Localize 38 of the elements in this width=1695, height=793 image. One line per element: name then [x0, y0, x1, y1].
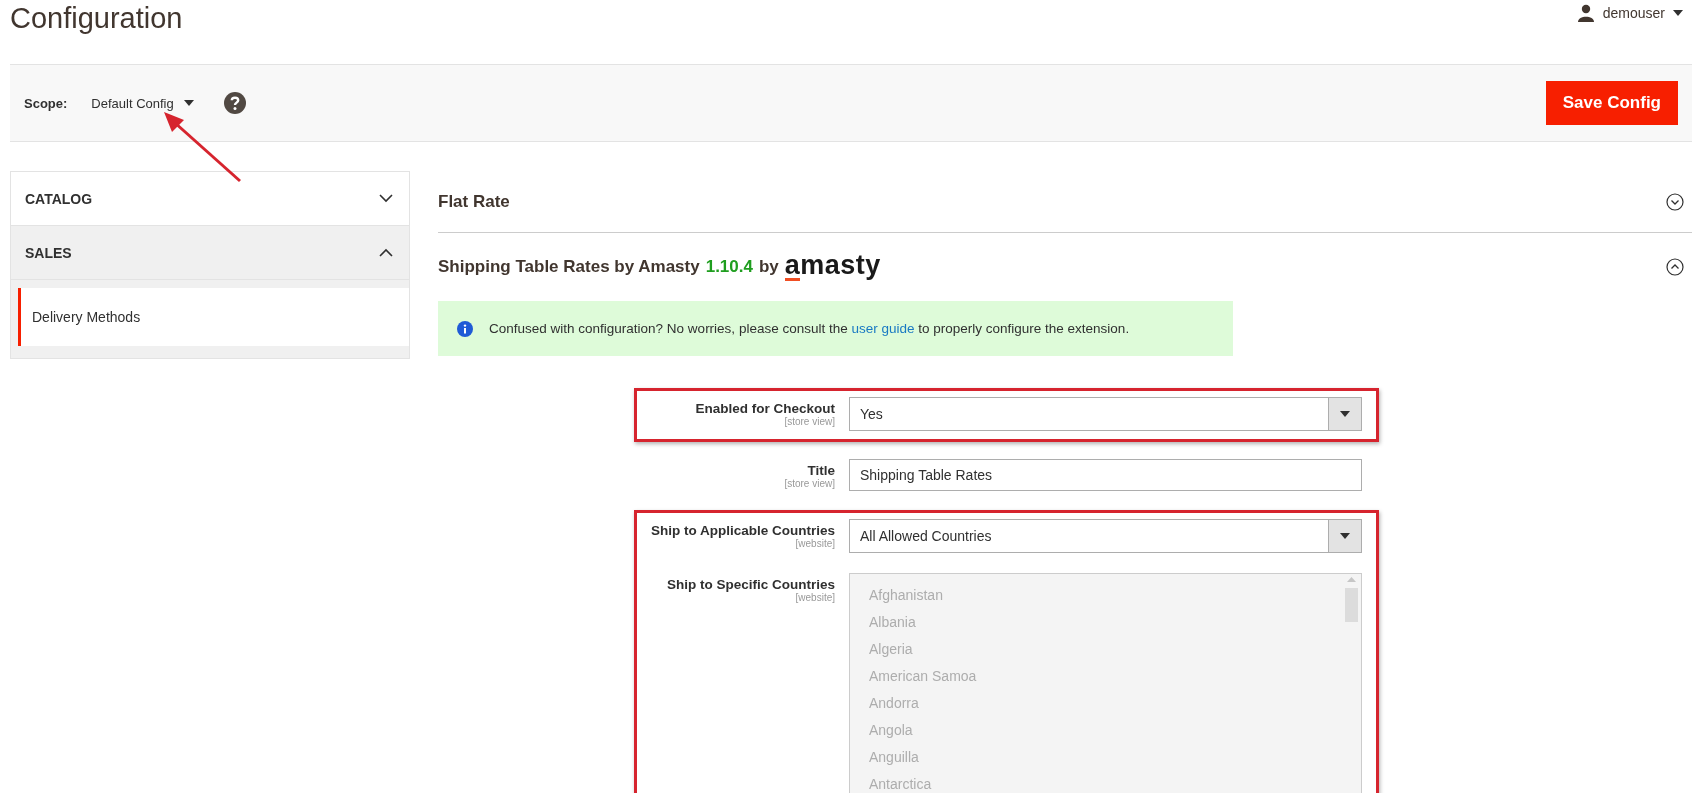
by-label: by [758, 257, 779, 277]
field-label: Enabled for Checkout [695, 401, 835, 416]
section-toggle[interactable] [1666, 192, 1684, 211]
chevron-down-icon [379, 194, 393, 203]
caret-icon [1340, 411, 1350, 417]
chevron-up-icon [379, 248, 393, 257]
section-toggle[interactable] [1666, 258, 1684, 276]
scope-note: [website] [795, 538, 835, 549]
user-guide-link[interactable]: user guide [851, 321, 915, 336]
input-field[interactable]: Shipping Table Rates [849, 459, 1362, 491]
info-icon [457, 320, 473, 337]
notice-text: Confused with configuration? No worries, please consult the user guide to properly configure the extension. [489, 321, 1130, 336]
logo: amasty [784, 253, 881, 281]
page-title: Configuration [10, 2, 183, 35]
field-label: Ship to Specific Countries [666, 577, 835, 592]
user-icon [1576, 4, 1595, 22]
save-config-button[interactable]: Save Config [1545, 81, 1678, 125]
scope-label: Scope: [24, 95, 68, 111]
field-label: Title [807, 463, 835, 478]
expand-icon [1666, 192, 1684, 211]
section-title[interactable]: Flat Rate [438, 191, 510, 212]
caret-icon [1340, 533, 1350, 539]
field-label: Ship to Applicable Countries [651, 523, 835, 538]
select-field[interactable]: Yes [849, 397, 1362, 431]
scope-note: [store view] [784, 416, 835, 427]
caret-icon [183, 100, 194, 106]
user-menu[interactable]: demouser [1576, 4, 1683, 22]
caret-icon [1673, 10, 1683, 16]
section-title[interactable]: Shipping Table Rates by Amasty [438, 257, 700, 277]
scope-switcher[interactable]: Default Config [91, 95, 194, 111]
version-label: 1.10.4 [705, 257, 753, 277]
sidebar-group[interactable]: SALES [11, 226, 409, 280]
sidebar-item[interactable]: Delivery Methods [18, 288, 409, 346]
help-icon[interactable] [223, 92, 246, 114]
collapse-icon [1666, 258, 1684, 276]
scope-note: [website] [795, 592, 835, 603]
scope-note: [store view] [784, 478, 835, 489]
select-field[interactable]: All Allowed Countries [849, 519, 1362, 553]
